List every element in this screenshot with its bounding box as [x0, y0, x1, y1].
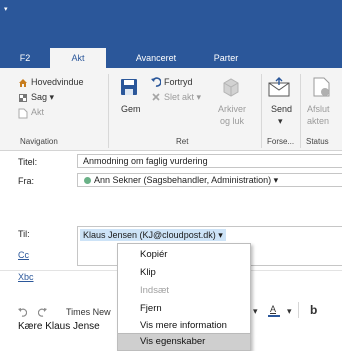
archive-icon	[221, 77, 241, 97]
recipient-name: Klaus Jensen (KJ@cloudpost.dk)	[83, 230, 216, 240]
quick-access-menu-icon[interactable]: ▾	[4, 5, 8, 13]
afslut-line2[interactable]: akten	[307, 116, 329, 126]
titel-value: Anmodning om faglig vurdering	[83, 156, 208, 166]
group-label-forse: Forse...	[267, 137, 295, 146]
titel-label: Titel:	[18, 157, 38, 167]
toolbar-dropdown-icon[interactable]: ▾	[253, 306, 258, 317]
menu-item-vis-egenskaber[interactable]: Vis egenskaber	[118, 334, 250, 350]
slet-akt-label: Slet akt	[164, 92, 195, 102]
context-menu-highlight: Vis egenskaber	[117, 334, 251, 351]
highlight-color-button[interactable]: A	[267, 304, 281, 318]
titel-input[interactable]: Anmodning om faglig vurdering	[77, 154, 342, 168]
sag-label: Sag	[31, 92, 48, 102]
toolbar-divider	[298, 302, 299, 318]
tab-akt[interactable]: Akt	[50, 48, 106, 68]
redo-icon[interactable]	[37, 308, 47, 317]
tab-avanceret[interactable]: Avanceret	[116, 48, 196, 68]
context-menu: Kopiér Klip Indsæt Fjern Vis mere inform…	[117, 243, 251, 334]
home-icon	[18, 78, 28, 88]
menu-item-klip[interactable]: Klip	[118, 264, 250, 282]
fra-value: Ann Sekner (Sagsbehandler, Administratio…	[94, 175, 278, 186]
arkiver-line1[interactable]: Arkiver	[218, 104, 246, 114]
akt-button[interactable]: Akt	[31, 107, 44, 117]
gem-button[interactable]: Gem	[121, 104, 141, 114]
group-divider	[300, 74, 301, 148]
recipient-chip[interactable]: Klaus Jensen (KJ@cloudpost.dk) ▾	[80, 229, 226, 241]
menu-item-indsaet[interactable]: Indsæt	[118, 282, 250, 300]
undo-icon	[151, 77, 162, 87]
afslut-line1[interactable]: Afslut	[307, 104, 330, 114]
menu-item-kopier[interactable]: Kopiér	[118, 246, 250, 264]
tab-parter[interactable]: Parter	[196, 48, 256, 68]
undo-icon[interactable]	[18, 308, 28, 317]
group-divider	[261, 74, 262, 148]
group-divider	[108, 74, 109, 148]
bold-button[interactable]: b	[310, 303, 317, 317]
group-label-navigation: Navigation	[20, 137, 58, 146]
chevron-down-icon: ▾	[218, 230, 223, 240]
font-name-select[interactable]: Times New	[66, 307, 111, 317]
fra-label: Fra:	[18, 176, 35, 186]
slet-akt-button[interactable]: Slet akt ▾	[164, 92, 201, 103]
presence-status-icon	[84, 177, 91, 184]
delete-icon	[151, 92, 161, 102]
message-body-text[interactable]: Kære Klaus Jense	[18, 321, 100, 332]
group-label-ret: Ret	[176, 137, 189, 146]
fra-name: Ann Sekner (Sagsbehandler, Administratio…	[94, 175, 272, 185]
save-icon	[120, 78, 138, 96]
til-label: Til:	[18, 229, 30, 239]
fortryd-button[interactable]: Fortryd	[164, 77, 193, 87]
group-label-status: Status	[306, 137, 329, 146]
highlight-icon: A	[270, 304, 277, 314]
document-icon	[18, 108, 28, 119]
chevron-down-icon: ▾	[273, 175, 279, 185]
arkiver-line2[interactable]: og luk	[220, 116, 244, 126]
hovedvindue-button[interactable]: Hovedvindue	[31, 77, 84, 87]
highlight-dropdown-icon[interactable]: ▾	[287, 306, 292, 317]
title-bar	[0, 0, 342, 48]
cc-link[interactable]: Cc	[18, 250, 29, 260]
chevron-down-icon: ▾	[196, 92, 202, 102]
case-icon	[18, 93, 28, 103]
fra-input[interactable]: Ann Sekner (Sagsbehandler, Administratio…	[77, 173, 342, 187]
finish-document-icon	[313, 77, 331, 97]
menu-item-vis-mere-information[interactable]: Vis mere information	[118, 318, 250, 334]
tab-f2[interactable]: F2	[0, 48, 50, 68]
send-dropdown-icon[interactable]: ▾	[278, 116, 283, 127]
send-envelope-icon	[268, 77, 290, 97]
send-button[interactable]: Send	[271, 104, 292, 114]
sag-button[interactable]: Sag ▾	[31, 92, 54, 103]
color-bar	[268, 315, 280, 317]
menu-item-fjern[interactable]: Fjern	[118, 300, 250, 318]
chevron-down-icon: ▾	[49, 92, 55, 102]
